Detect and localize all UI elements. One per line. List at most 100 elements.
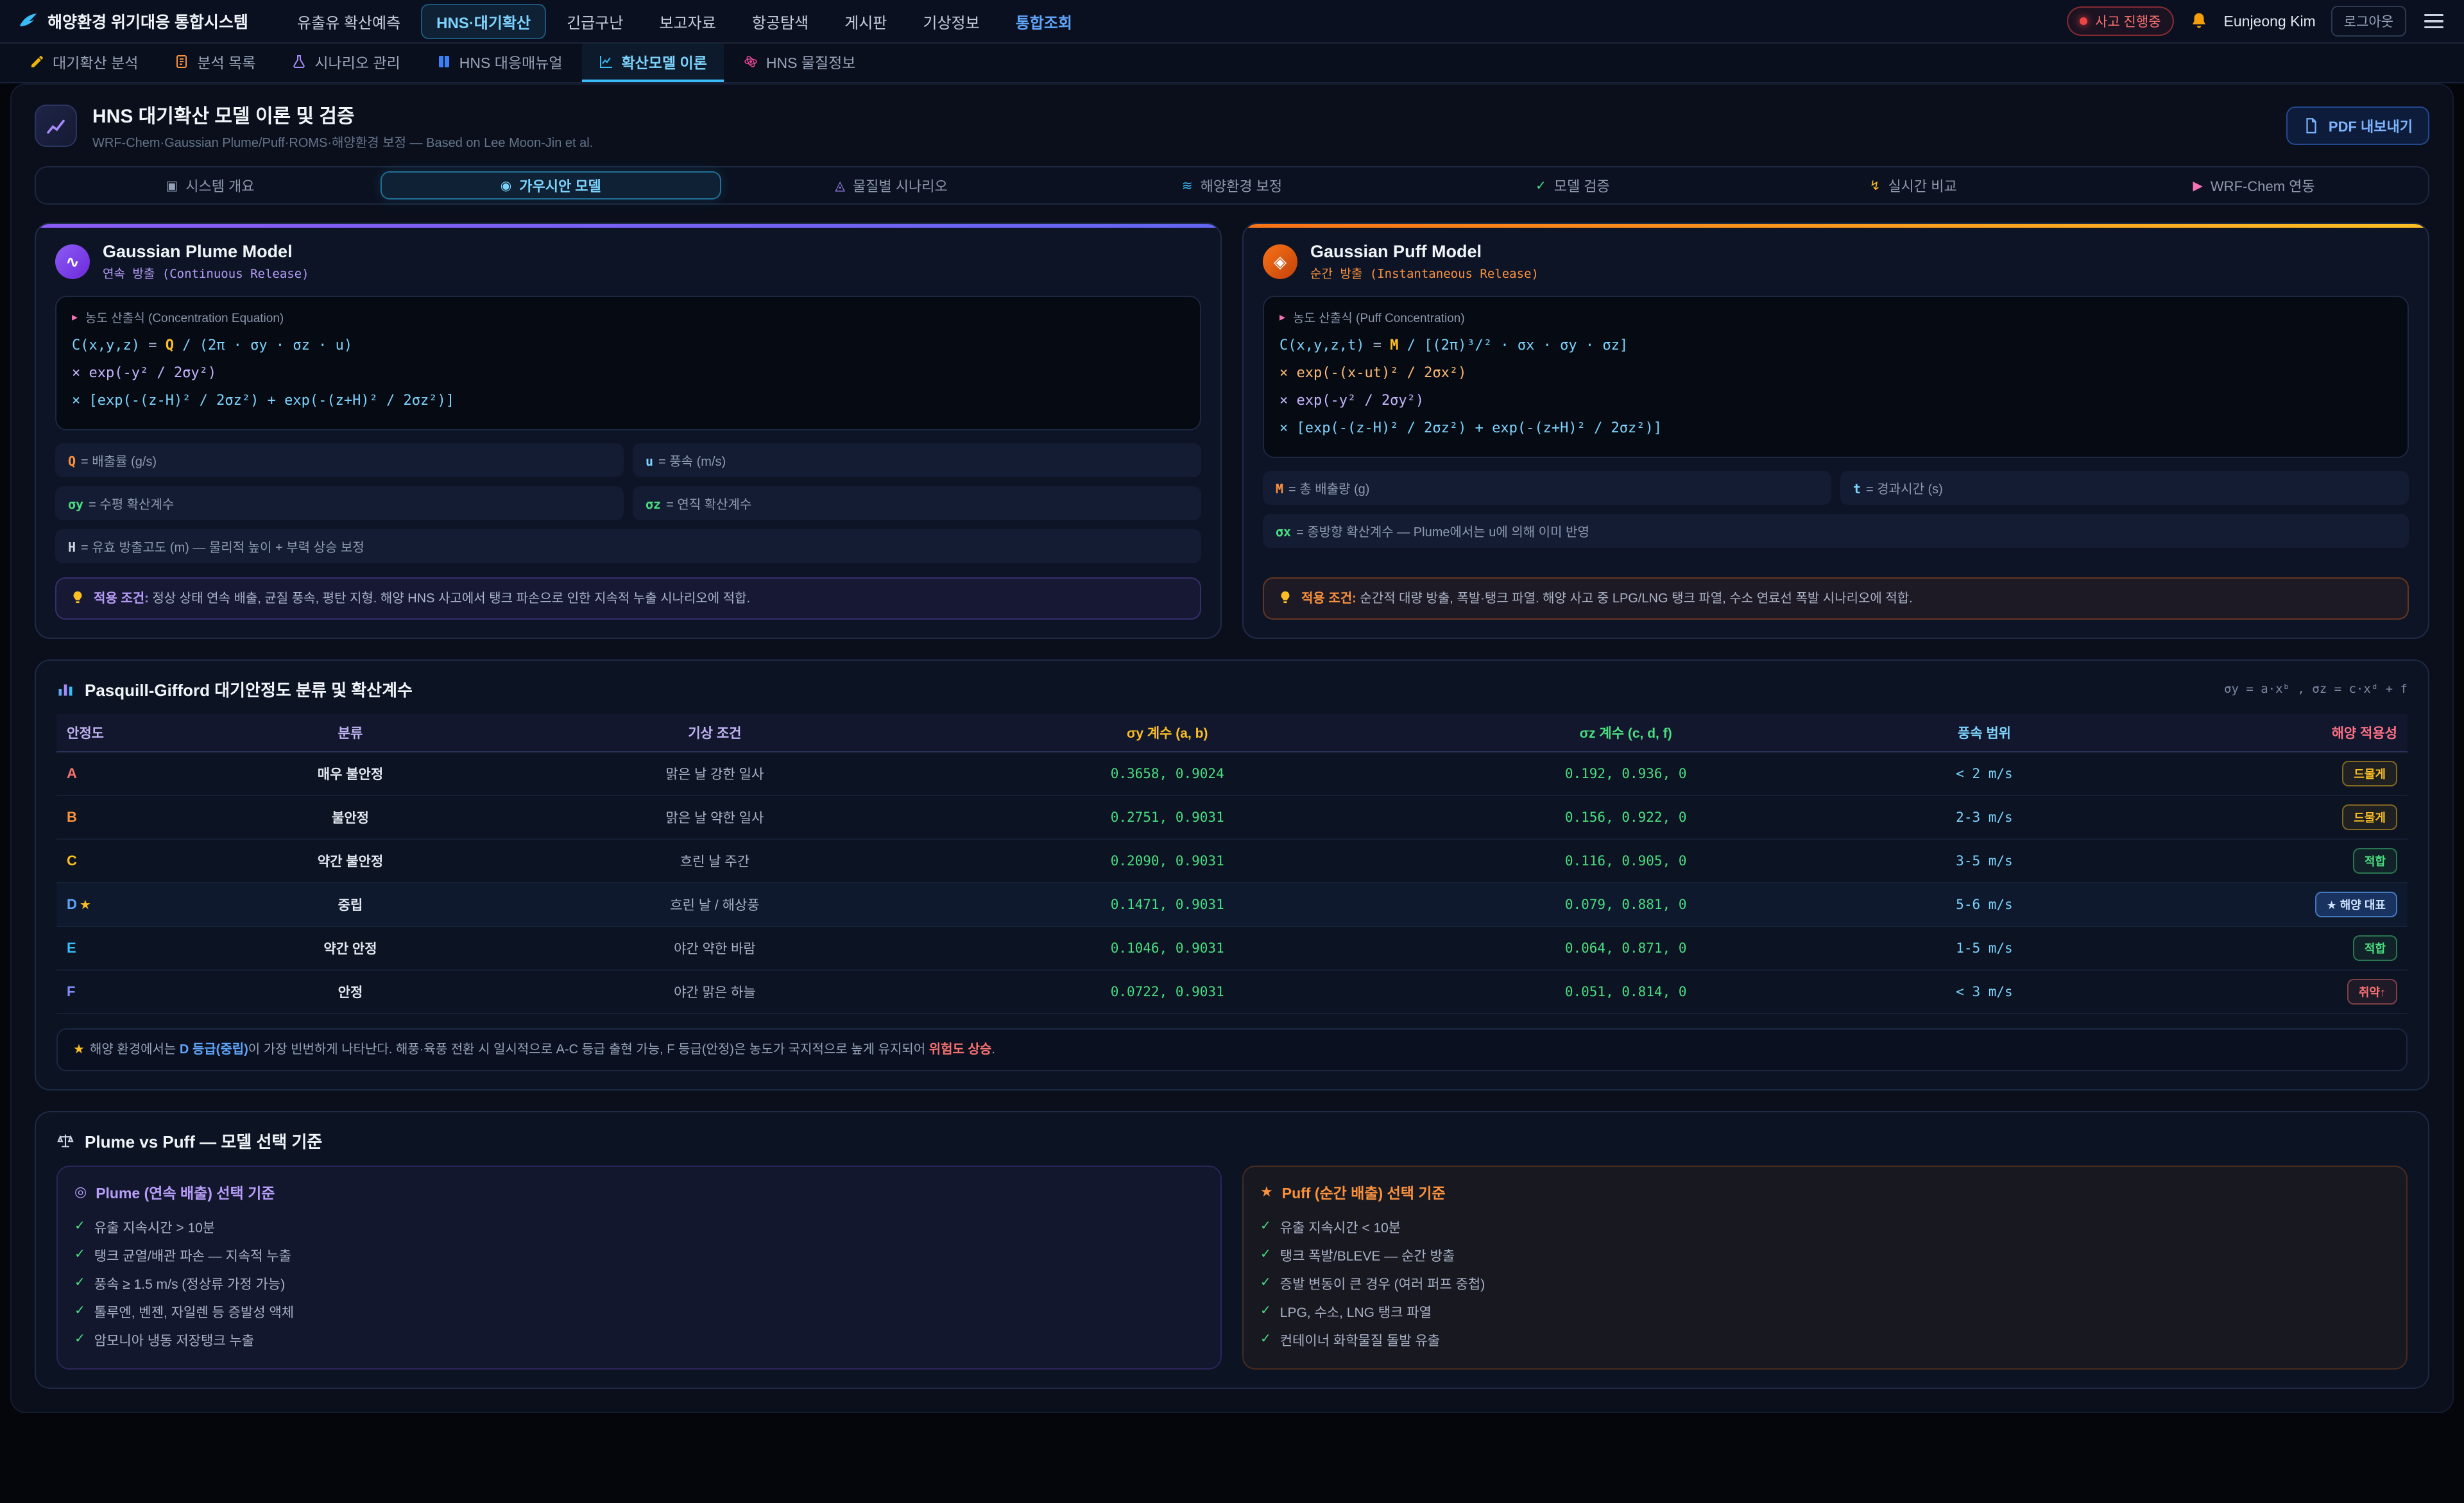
check-icon: ✓ (74, 1302, 85, 1318)
sub-navigation: 대기확산 분석 분석 목록 시나리오 관리 HNS 대응매뉴얼 확산모델 이론 … (0, 44, 2464, 83)
param-u: u= 풍속 (m/s) (633, 443, 1201, 477)
puff-burst-icon: ◈ (1263, 244, 1297, 279)
menu-reports[interactable]: 보고자료 (644, 4, 731, 39)
selection-title: Plume vs Puff — 모델 선택 기준 (85, 1129, 322, 1153)
plume-formula-label: ▸ 농도 산출식 (Concentration Equation) (72, 309, 1185, 326)
page-subtitle: WRF-Chem·Gaussian Plume/Puff·ROMS·해양환경 보… (92, 132, 593, 151)
formula-label-text: 농도 산출식 (Puff Concentration) (1293, 309, 1465, 326)
user-name: Eunjeong Kim (2224, 13, 2316, 30)
table-row: C 약간 불안정 흐린 날 주간 0.2090, 0.9031 0.116, 0… (56, 839, 2408, 883)
flask-icon (291, 54, 307, 69)
swirl-icon: ◎ (74, 1184, 87, 1200)
plume-criteria-header: ◎ Plume (연속 배출) 선택 기준 (74, 1181, 1204, 1203)
pdf-export-button[interactable]: PDF 내보내기 (2286, 106, 2429, 145)
marker-icon: ▸ (72, 310, 78, 324)
subnav-dispersion-analysis[interactable]: 대기확산 분석 (13, 44, 155, 82)
criteria-item: ✓암모니아 냉동 저장탱크 누출 (74, 1326, 1204, 1354)
stability-class: B (67, 809, 77, 825)
puff-eq-line4: × [exp(-(z-H)² / 2σz²) + exp(-(z+H)² / 2… (1279, 415, 2392, 443)
bell-icon[interactable] (2189, 12, 2209, 31)
plume-formula-block: ▸ 농도 산출식 (Concentration Equation) C(x,y,… (55, 296, 1201, 430)
formula-label-text: 농도 산출식 (Concentration Equation) (85, 309, 284, 326)
class-name: 약간 안정 (209, 926, 492, 970)
risk-highlight: 위험도 상승 (929, 1042, 992, 1057)
app-logo[interactable]: 해양환경 위기대응 통합시스템 (18, 10, 248, 33)
lightning-icon: ↯ (1870, 178, 1881, 194)
marker-icon: ▸ (1279, 310, 1285, 324)
trend-chart-icon (44, 114, 67, 137)
subnav-hns-substance-info[interactable]: HNS 물질정보 (726, 44, 873, 82)
check-icon: ✓ (74, 1330, 85, 1346)
plume-card-header: ∿ Gaussian Plume Model 연속 방출 (Continuous… (55, 242, 1201, 282)
class-name: 매우 불안정 (209, 752, 492, 795)
subnav-scenario-management[interactable]: 시나리오 관리 (275, 44, 416, 82)
page-title: HNS 대기확산 모델 이론 및 검증 (92, 100, 593, 128)
weather-condition: 흐린 날 / 해상풍 (492, 883, 938, 926)
tab-label: 시스템 개요 (185, 175, 254, 196)
menu-aerial-search[interactable]: 항공탐색 (737, 4, 824, 39)
plume-parameters: Q= 배출률 (g/s) u= 풍속 (m/s) σy= 수평 확산계수 σz=… (55, 443, 1201, 563)
selection-section-header: Plume vs Puff — 모델 선택 기준 (56, 1129, 2408, 1153)
tab-gaussian-model[interactable]: ◉가우시안 모델 (381, 171, 721, 200)
sigma-y-coeff: 0.2090, 0.9031 (938, 839, 1396, 883)
tab-marine-correction[interactable]: ≋해양환경 보정 (1062, 171, 1403, 200)
tab-system-overview[interactable]: ▣ 시스템 개요 (40, 171, 381, 200)
tab-model-validation[interactable]: ✓모델 검증 (1402, 171, 1743, 200)
tab-substance-scenarios[interactable]: ◬ 물질별 시나리오 (721, 171, 1062, 200)
sigma-z-coeff: 0.079, 0.881, 0 (1396, 883, 1854, 926)
menu-oil-spill[interactable]: 유출유 확산예측 (282, 4, 416, 39)
tab-label: WRF-Chem 연동 (2211, 175, 2315, 196)
menu-rescue[interactable]: 긴급구난 (551, 4, 638, 39)
menu-weather[interactable]: 기상정보 (907, 4, 995, 39)
param-sigma-y: σy= 수평 확산계수 (55, 486, 624, 520)
puff-criteria-box: ★ Puff (순간 배출) 선택 기준 ✓유출 지속시간 < 10분 ✓탱크 … (1242, 1166, 2408, 1370)
sigma-z-coeff: 0.064, 0.871, 0 (1396, 926, 1854, 970)
class-name: 중립 (209, 883, 492, 926)
menu-board[interactable]: 게시판 (829, 4, 902, 39)
check-icon: ✓ (1260, 1218, 1271, 1234)
system-icon: ▣ (166, 178, 178, 194)
applicability-badge: 드물게 (2342, 804, 2397, 830)
lightbulb-icon (71, 590, 85, 604)
tab-realtime-comparison[interactable]: ↯ 실시간 비교 (1743, 171, 2083, 200)
tab-wrf-chem[interactable]: ▶WRF-Chem 연동 (2083, 171, 2424, 200)
model-cards: ∿ Gaussian Plume Model 연속 방출 (Continuous… (35, 223, 2429, 639)
marine-star-icon: ★ (80, 898, 91, 912)
puff-subtitle: 순간 방출 (Instantaneous Release) (1310, 264, 1539, 282)
document-icon (2303, 117, 2320, 134)
flask-icon: ◬ (835, 178, 845, 194)
incident-status-badge[interactable]: 사고 진행중 (2067, 6, 2173, 36)
table-row-marine-representative: D★ 중립 흐린 날 / 해상풍 0.1471, 0.9031 0.079, 0… (56, 883, 2408, 926)
puff-eq-line1: C(x,y,z,t) = M / [(2π)³/² · σx · σy · σz… (1279, 332, 2392, 360)
table-row: B 불안정 맑은 날 약한 일사 0.2751, 0.9031 0.156, 0… (56, 795, 2408, 839)
subnav-hns-manual[interactable]: HNS 대응매뉴얼 (420, 44, 579, 82)
criteria-item: ✓풍속 ≥ 1.5 m/s (정상류 가정 가능) (74, 1269, 1204, 1298)
plume-title: Gaussian Plume Model (103, 242, 309, 262)
tab-label: 물질별 시나리오 (853, 175, 948, 196)
sigma-y-coeff: 0.2751, 0.9031 (938, 795, 1396, 839)
subnav-analysis-list[interactable]: 분석 목록 (157, 44, 272, 82)
menu-hns-atmos[interactable]: HNS·대기확산 (421, 4, 546, 39)
stability-class: E (67, 940, 76, 956)
applicability-badge: 적합 (2353, 935, 2397, 961)
wind-range: 2-3 m/s (1855, 795, 2114, 839)
stability-table: 안정도 분류 기상 조건 σy 계수 (a, b) σz 계수 (c, d, f… (56, 714, 2408, 1014)
pg-section-title: Pasquill-Gifford 대기안정도 분류 및 확산계수 (85, 677, 413, 701)
criteria-item: ✓유출 지속시간 > 10분 (74, 1213, 1204, 1241)
stability-class: F (67, 983, 75, 999)
param-t: t= 경과시간 (s) (1840, 471, 2409, 505)
subnav-model-theory[interactable]: 확산모델 이론 (582, 44, 724, 82)
puff-eq-line3: × exp(-y² / 2σy²) (1279, 387, 2392, 415)
menu-integrated-search[interactable]: 통합조회 (1000, 4, 1088, 39)
d-class-highlight: D 등급(중립) (180, 1042, 248, 1057)
tab-label: 실시간 비교 (1888, 175, 1956, 196)
wind-range: 5-6 m/s (1855, 883, 2114, 926)
page-header: HNS 대기확산 모델 이론 및 검증 WRF-Chem·Gaussian Pl… (12, 85, 2452, 162)
logout-button[interactable]: 로그아웃 (2331, 6, 2406, 37)
check-icon: ✓ (74, 1246, 85, 1262)
hamburger-menu-icon[interactable] (2422, 9, 2446, 33)
sigma-z-coeff: 0.116, 0.905, 0 (1396, 839, 1854, 883)
selection-grid: ◎ Plume (연속 배출) 선택 기준 ✓유출 지속시간 > 10분 ✓탱크… (56, 1166, 2408, 1370)
plume-eq-line3: × [exp(-(z-H)² / 2σz²) + exp(-(z+H)² / 2… (72, 387, 1185, 415)
table-row: A 매우 불안정 맑은 날 강한 일사 0.3658, 0.9024 0.192… (56, 752, 2408, 795)
